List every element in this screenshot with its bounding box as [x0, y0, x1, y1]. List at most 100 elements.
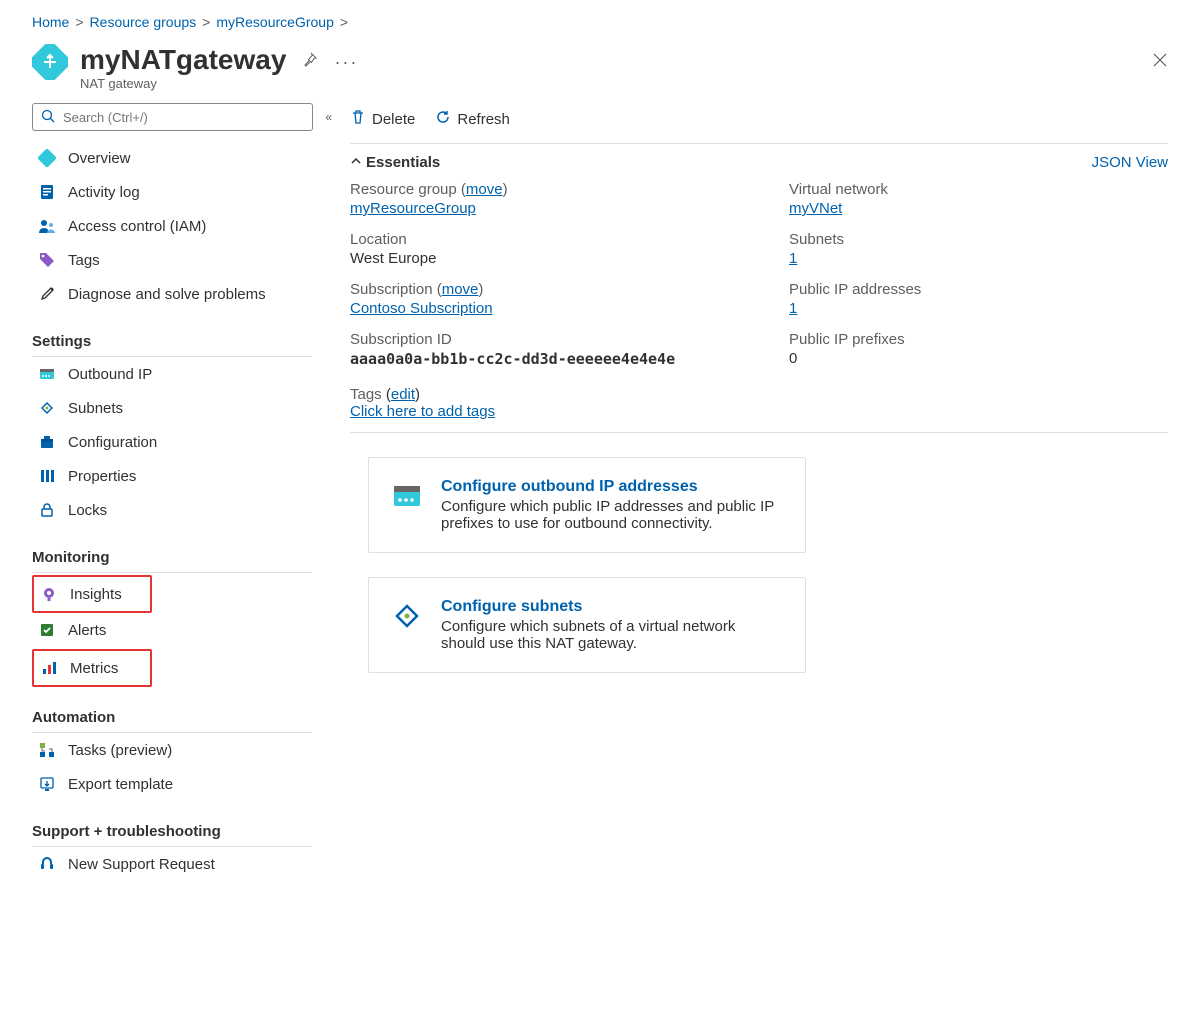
- highlight-metrics: Metrics: [32, 649, 152, 687]
- public-ip-prefixes-label: Public IP prefixes: [789, 331, 1168, 348]
- search-box[interactable]: [32, 103, 313, 131]
- properties-icon: [38, 467, 56, 485]
- subnets-icon: [38, 399, 56, 417]
- sidebar-item-label: Insights: [70, 586, 122, 603]
- sidebar-item-label: Tags: [68, 252, 100, 269]
- sidebar-item-configuration[interactable]: Configuration: [32, 425, 332, 459]
- sidebar-item-alerts[interactable]: Alerts: [32, 613, 332, 647]
- toolbar: Delete Refresh: [350, 103, 1168, 144]
- card-title: Configure subnets: [441, 598, 783, 616]
- breadcrumb: Home > Resource groups > myResourceGroup…: [32, 14, 1168, 30]
- refresh-label: Refresh: [457, 111, 510, 128]
- vnet-value[interactable]: myVNet: [789, 200, 842, 217]
- sidebar-item-tags[interactable]: Tags: [32, 243, 332, 277]
- sidebar-item-label: Outbound IP: [68, 366, 152, 383]
- tasks-icon: [38, 741, 56, 759]
- sidebar-item-properties[interactable]: Properties: [32, 459, 332, 493]
- sidebar-item-activity-log[interactable]: Activity log: [32, 175, 332, 209]
- essentials-label: Essentials: [366, 154, 440, 171]
- close-icon[interactable]: [1152, 52, 1168, 73]
- delete-icon: [350, 109, 366, 129]
- card-configure-subnets[interactable]: Configure subnets Configure which subnet…: [368, 577, 806, 673]
- delete-label: Delete: [372, 111, 415, 128]
- more-icon[interactable]: ···: [334, 52, 358, 73]
- search-input[interactable]: [61, 109, 304, 126]
- public-ip-value[interactable]: 1: [789, 300, 797, 317]
- diagnose-icon: [38, 285, 56, 303]
- sidebar-item-label: Properties: [68, 468, 136, 485]
- refresh-icon: [435, 109, 451, 129]
- location-label: Location: [350, 231, 729, 248]
- insights-icon: [40, 585, 58, 603]
- essentials-toggle[interactable]: Essentials JSON View: [350, 144, 1168, 181]
- pin-icon[interactable]: [302, 52, 318, 71]
- tags-icon: [38, 251, 56, 269]
- metrics-icon: [40, 659, 58, 677]
- public-ip-prefixes-value: 0: [789, 350, 1168, 367]
- sidebar-item-metrics[interactable]: Metrics: [34, 651, 150, 685]
- outbound-ip-icon: [38, 365, 56, 383]
- sidebar-item-label: Alerts: [68, 622, 106, 639]
- sidebar: « Overview Activity log Access control (…: [32, 103, 332, 881]
- alerts-icon: [38, 621, 56, 639]
- sidebar-item-label: Locks: [68, 502, 107, 519]
- subscription-move-link[interactable]: move: [442, 281, 479, 298]
- breadcrumb-resource-groups[interactable]: Resource groups: [90, 14, 197, 30]
- sidebar-group-monitoring: Monitoring: [32, 549, 332, 566]
- breadcrumb-group[interactable]: myResourceGroup: [216, 14, 334, 30]
- sidebar-item-export-template[interactable]: Export template: [32, 767, 332, 801]
- sidebar-item-diagnose[interactable]: Diagnose and solve problems: [32, 277, 332, 311]
- sidebar-item-subnets[interactable]: Subnets: [32, 391, 332, 425]
- sidebar-item-iam[interactable]: Access control (IAM): [32, 209, 332, 243]
- page-subtitle: NAT gateway: [80, 76, 286, 91]
- sidebar-item-locks[interactable]: Locks: [32, 493, 332, 527]
- sidebar-item-new-support-request[interactable]: New Support Request: [32, 847, 332, 881]
- activity-log-icon: [38, 183, 56, 201]
- subscription-value[interactable]: Contoso Subscription: [350, 300, 493, 317]
- refresh-button[interactable]: Refresh: [435, 109, 510, 129]
- outbound-ip-card-icon: [391, 480, 423, 512]
- sidebar-item-tasks[interactable]: Tasks (preview): [32, 733, 332, 767]
- sidebar-item-label: Subnets: [68, 400, 123, 417]
- chevron-right-icon: >: [340, 14, 348, 30]
- breadcrumb-home[interactable]: Home: [32, 14, 69, 30]
- subnets-value[interactable]: 1: [789, 250, 797, 267]
- vnet-label: Virtual network: [789, 181, 1168, 198]
- sidebar-group-support: Support + troubleshooting: [32, 823, 332, 840]
- sidebar-item-label: Metrics: [70, 660, 118, 677]
- highlight-insights: Insights: [32, 575, 152, 613]
- json-view-link[interactable]: JSON View: [1092, 154, 1168, 171]
- card-configure-outbound-ip[interactable]: Configure outbound IP addresses Configur…: [368, 457, 806, 553]
- subscription-label: Subscription (move): [350, 281, 729, 298]
- card-title: Configure outbound IP addresses: [441, 478, 783, 496]
- sidebar-item-label: Configuration: [68, 434, 157, 451]
- resource-group-move-link[interactable]: move: [466, 181, 503, 198]
- collapse-sidebar-icon[interactable]: «: [325, 110, 332, 124]
- sidebar-item-label: Overview: [68, 150, 131, 167]
- subnets-card-icon: [391, 600, 423, 632]
- delete-button[interactable]: Delete: [350, 109, 415, 129]
- sidebar-item-insights[interactable]: Insights: [34, 577, 150, 611]
- overview-icon: [38, 149, 56, 167]
- tags-add-link[interactable]: Click here to add tags: [350, 403, 495, 420]
- nat-gateway-icon: [32, 44, 68, 80]
- sidebar-item-overview[interactable]: Overview: [32, 141, 332, 175]
- support-icon: [38, 855, 56, 873]
- search-icon: [41, 109, 55, 126]
- card-desc: Configure which public IP addresses and …: [441, 498, 783, 532]
- export-template-icon: [38, 775, 56, 793]
- sidebar-item-label: New Support Request: [68, 856, 215, 873]
- subscription-id-value: aaaa0a0a-bb1b-cc2c-dd3d-eeeeee4e4e4e: [350, 350, 729, 368]
- sidebar-item-label: Diagnose and solve problems: [68, 286, 266, 303]
- sidebar-group-settings: Settings: [32, 333, 332, 350]
- tags-edit-link[interactable]: edit: [391, 386, 415, 403]
- sidebar-item-outbound-ip[interactable]: Outbound IP: [32, 357, 332, 391]
- sidebar-item-label: Activity log: [68, 184, 140, 201]
- resource-group-value[interactable]: myResourceGroup: [350, 200, 476, 217]
- divider: [350, 432, 1168, 433]
- subscription-id-label: Subscription ID: [350, 331, 729, 348]
- sidebar-item-label: Export template: [68, 776, 173, 793]
- public-ip-label: Public IP addresses: [789, 281, 1168, 298]
- card-desc: Configure which subnets of a virtual net…: [441, 618, 783, 652]
- sidebar-item-label: Access control (IAM): [68, 218, 206, 235]
